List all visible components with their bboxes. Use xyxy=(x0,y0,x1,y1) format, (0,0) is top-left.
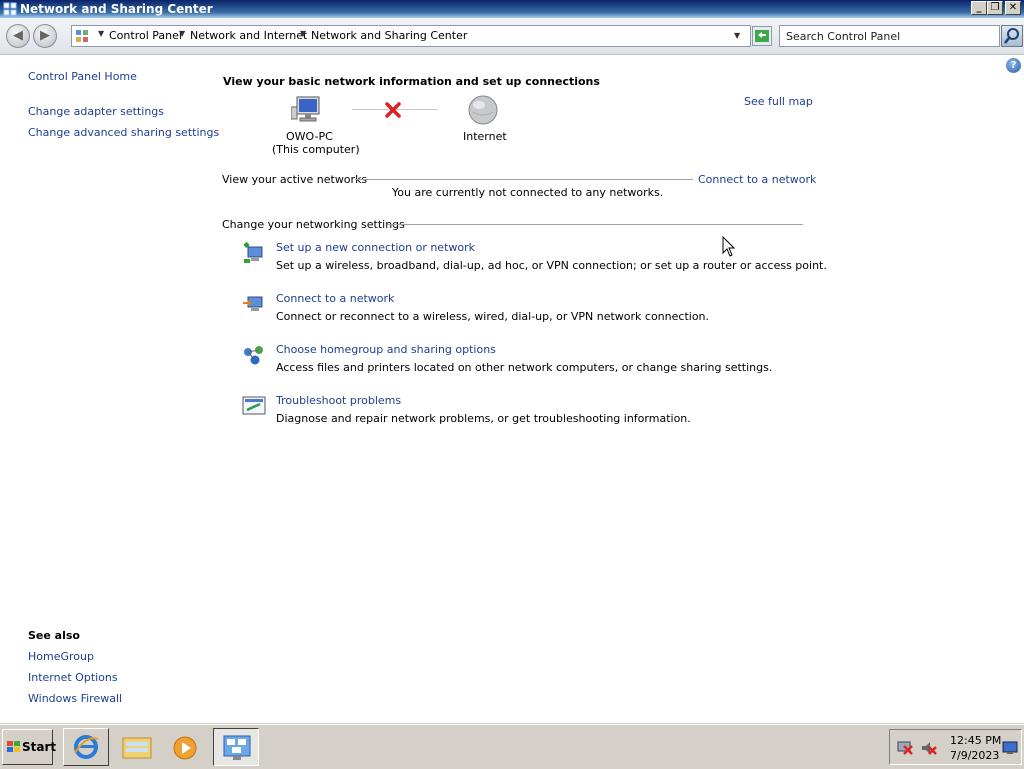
title-bar: Network and Sharing Center _ ❐ ✕ xyxy=(0,0,1024,18)
address-toolbar: ◀ ▶ ▼ Control Panel ▼ Network and Intern… xyxy=(0,18,1024,55)
breadcrumb-network-sharing[interactable]: Network and Sharing Center xyxy=(311,29,467,42)
chevron-right-icon[interactable]: ▼ xyxy=(179,29,185,38)
homegroup-link[interactable]: HomeGroup xyxy=(28,650,94,663)
see-full-map-link[interactable]: See full map xyxy=(744,95,813,108)
new-connection-icon xyxy=(244,242,263,263)
task-homegroup-desc: Access files and printers located on oth… xyxy=(276,361,773,374)
chevron-right-icon[interactable]: ▼ xyxy=(98,29,104,38)
mouse-cursor-icon xyxy=(722,236,736,257)
page-heading: View your basic network information and … xyxy=(223,75,600,88)
control-panel-home-link[interactable]: Control Panel Home xyxy=(28,70,137,83)
start-label: Start xyxy=(22,740,57,754)
chevron-right-icon[interactable]: ▼ xyxy=(300,29,306,38)
windows-logo-icon xyxy=(7,741,20,752)
refresh-button[interactable] xyxy=(752,26,772,46)
minimize-button[interactable]: _ xyxy=(971,1,987,15)
search-button[interactable] xyxy=(1001,25,1023,47)
help-icon[interactable]: ? xyxy=(1006,58,1021,73)
media-player-button[interactable] xyxy=(163,728,209,766)
active-networks-label: View your active networks xyxy=(222,173,368,186)
network-center-taskbar-button[interactable] xyxy=(213,728,259,766)
task-homegroup-link[interactable]: Choose homegroup and sharing options xyxy=(276,343,496,356)
restore-button[interactable]: ❐ xyxy=(987,1,1003,15)
task-troubleshoot-desc: Diagnose and repair network problems, or… xyxy=(276,412,691,425)
clock-date[interactable]: 7/9/2023 xyxy=(950,749,999,762)
network-center-icon xyxy=(3,2,17,16)
see-also-heading: See also xyxy=(28,629,80,642)
media-player-icon xyxy=(173,736,197,760)
start-button[interactable]: Start xyxy=(2,729,57,765)
window-title: Network and Sharing Center xyxy=(20,2,213,16)
back-button[interactable]: ◀ xyxy=(6,24,30,48)
not-connected-message: You are currently not connected to any n… xyxy=(392,186,664,199)
disconnected-x-icon[interactable] xyxy=(385,102,401,118)
change-advanced-sharing-link[interactable]: Change advanced sharing settings xyxy=(28,126,219,139)
task-new-connection-link[interactable]: Set up a new connection or network xyxy=(276,241,475,254)
troubleshoot-icon xyxy=(242,396,266,415)
search-input[interactable]: Search Control Panel xyxy=(779,25,1000,47)
chevron-down-icon[interactable]: ▼ xyxy=(734,31,740,40)
internet-options-link[interactable]: Internet Options xyxy=(28,671,118,684)
forward-button[interactable]: ▶ xyxy=(33,24,57,48)
close-button[interactable]: ✕ xyxy=(1005,1,1021,15)
show-desktop-icon[interactable] xyxy=(1002,741,1018,755)
divider xyxy=(355,179,693,180)
refresh-icon xyxy=(755,30,769,42)
breadcrumb-network-internet[interactable]: Network and Internet xyxy=(190,29,307,42)
computer-subtitle: (This computer) xyxy=(272,143,360,156)
divider xyxy=(387,224,803,225)
settings-section-label: Change your networking settings xyxy=(222,218,405,231)
network-status-icon[interactable] xyxy=(896,740,914,756)
connect-network-icon xyxy=(243,296,263,311)
internet-explorer-icon xyxy=(74,735,99,759)
internet-explorer-button[interactable] xyxy=(63,728,109,766)
breadcrumb[interactable]: ▼ Control Panel ▼ Network and Internet ▼… xyxy=(71,25,751,47)
change-adapter-settings-link[interactable]: Change adapter settings xyxy=(28,105,164,118)
network-center-icon xyxy=(223,735,251,760)
task-connect-network-desc: Connect or reconnect to a wireless, wire… xyxy=(276,310,710,323)
control-panel-icon xyxy=(76,30,88,42)
windows-explorer-button[interactable] xyxy=(114,728,160,766)
task-connect-network-link[interactable]: Connect to a network xyxy=(276,292,394,305)
computer-name: OWO-PC xyxy=(286,130,333,143)
internet-label: Internet xyxy=(463,130,507,143)
clock-time[interactable]: 12:45 PM xyxy=(950,734,1001,747)
taskbar: Start 12:45 PM 7/9/2023 xyxy=(0,724,1024,769)
system-tray: 12:45 PM 7/9/2023 xyxy=(889,729,1022,765)
folder-icon xyxy=(122,737,152,759)
task-new-connection-desc: Set up a wireless, broadband, dial-up, a… xyxy=(276,259,827,272)
volume-muted-icon[interactable] xyxy=(920,740,938,756)
windows-firewall-link[interactable]: Windows Firewall xyxy=(28,692,122,705)
connect-to-network-link[interactable]: Connect to a network xyxy=(698,173,816,186)
breadcrumb-control-panel[interactable]: Control Panel xyxy=(109,29,182,42)
task-troubleshoot-link[interactable]: Troubleshoot problems xyxy=(276,394,401,407)
internet-globe-icon xyxy=(468,95,498,125)
computer-icon xyxy=(291,96,320,122)
search-icon xyxy=(1004,28,1019,44)
homegroup-icon xyxy=(244,346,263,365)
